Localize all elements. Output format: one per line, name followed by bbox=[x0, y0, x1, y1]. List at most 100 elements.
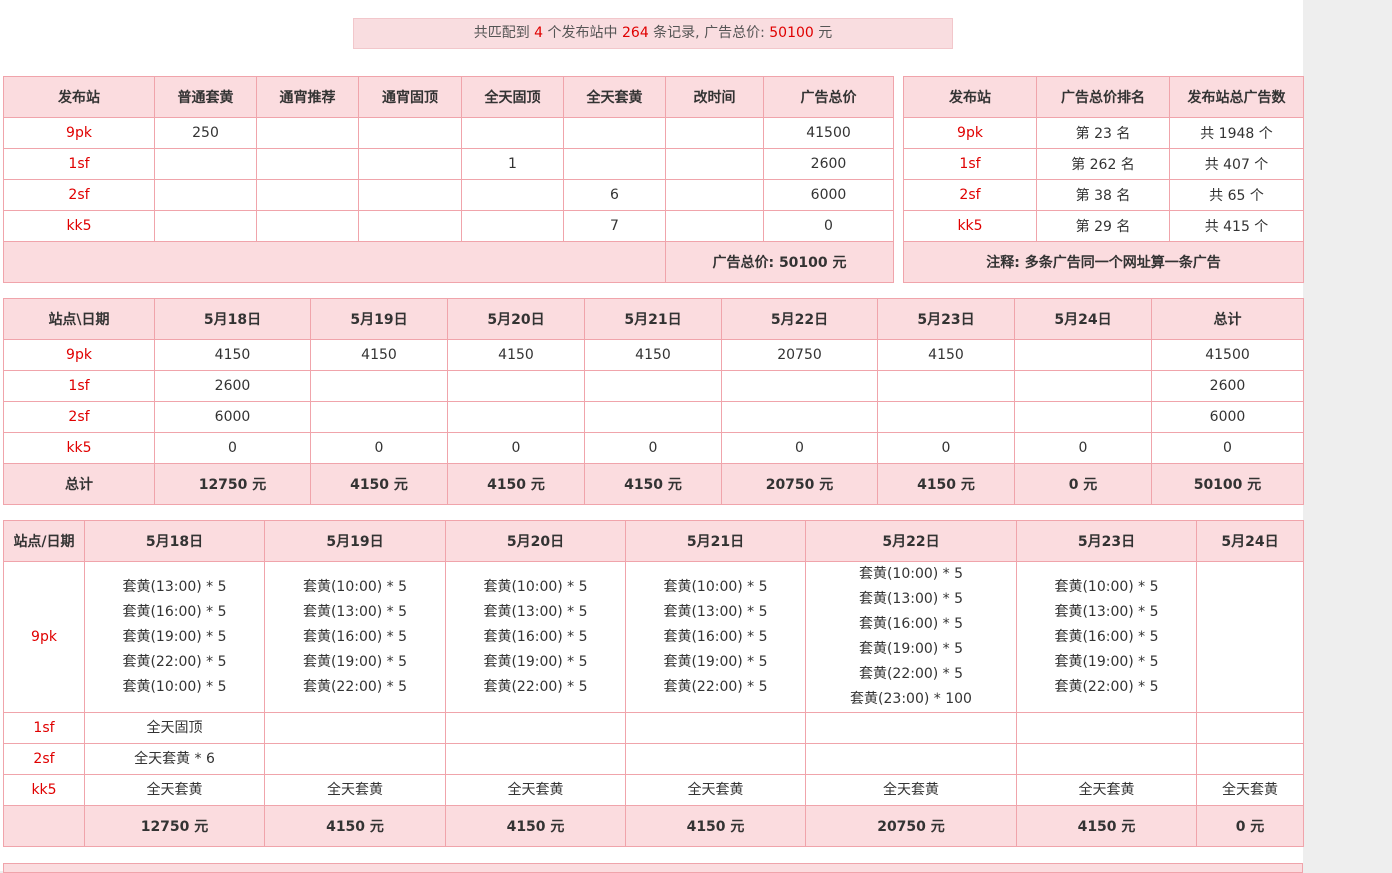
schedule-cell bbox=[264, 743, 446, 775]
column-header: 5月18日 bbox=[84, 520, 265, 562]
table-row: 9pk 套黄(13:00) * 5 套黄(16:00) * 5 套黄(19:00) *… bbox=[3, 561, 1304, 713]
next-table-edge bbox=[3, 863, 1303, 873]
table-cell: 6000 bbox=[1151, 401, 1304, 433]
table-cell bbox=[461, 179, 564, 211]
table-cell: 250 bbox=[154, 117, 257, 149]
schedule-entry: 套黄(16:00) * 5 bbox=[122, 603, 227, 620]
table-cell bbox=[665, 148, 764, 180]
schedule-cell: 套黄(10:00) * 5 套黄(13:00) * 5 套黄(16:00) * 5 套… bbox=[1016, 561, 1197, 713]
table-cell: 第 23 名 bbox=[1036, 117, 1170, 149]
ranking-note: 注释: 多条广告同一个网址算一条广告 bbox=[903, 241, 1304, 283]
footer-total: 4150 元 bbox=[625, 805, 806, 847]
footer-total: 4150 元 bbox=[310, 463, 448, 505]
site-name: 2sf bbox=[3, 743, 85, 775]
schedule-entry: 套黄(13:00) * 5 bbox=[122, 578, 227, 595]
schedule-cell bbox=[805, 743, 1017, 775]
table-row: 2sf 6000 6000 bbox=[3, 401, 1304, 433]
footer-total: 20750 元 bbox=[805, 805, 1017, 847]
table-row: kk5 全天套黄 全天套黄 全天套黄 全天套黄 全天套黄 全天套黄 全天套黄 bbox=[3, 774, 1304, 806]
table-cell: 第 262 名 bbox=[1036, 148, 1170, 180]
table-cell bbox=[256, 210, 359, 242]
table-row: 9pk 4150 4150 4150 4150 20750 4150 41500 bbox=[3, 339, 1304, 371]
table-cell bbox=[877, 401, 1015, 433]
daily-price-table-head: 站点\日期 5月18日 5月19日 5月20日 5月21日 5月22日 5月23日 5月24日… bbox=[3, 298, 1304, 340]
column-header: 5月24日 bbox=[1014, 298, 1152, 340]
schedule-entry: 套黄(10:00) * 5 bbox=[483, 578, 588, 595]
schedule-entry: 全天固顶 bbox=[146, 719, 203, 736]
site-name: 9pk bbox=[3, 117, 155, 149]
footer-total: 50100 元 bbox=[1151, 463, 1304, 505]
footer-total: 4150 元 bbox=[447, 463, 585, 505]
column-header: 5月20日 bbox=[447, 298, 585, 340]
footer-label bbox=[3, 805, 85, 847]
summary-banner: 共匹配到 4 个发布站中 264 条记录, 广告总价: 50100 元 bbox=[353, 18, 953, 49]
table-cell: 6000 bbox=[154, 401, 311, 433]
footer-total: 4150 元 bbox=[1016, 805, 1197, 847]
site-ranking-table: 发布站 广告总价排名 发布站总广告数 9pk 第 23 名共 1948 个 1sf 第 2… bbox=[903, 76, 1304, 283]
table-row: kk5 0 0 0 0 0 0 0 0 bbox=[3, 432, 1304, 464]
column-header: 全天套黄 bbox=[563, 76, 666, 118]
column-header: 5月24日 bbox=[1196, 520, 1304, 562]
schedule-entry: 套黄(13:00) * 5 bbox=[302, 603, 408, 620]
table-cell bbox=[877, 370, 1015, 402]
table-footer-row: 总计 12750 元 4150 元 4150 元 4150 元 20750 元 4150 元… bbox=[3, 463, 1304, 505]
schedule-cell: 套黄(10:00) * 5 套黄(13:00) * 5 套黄(16:00) * 5 套… bbox=[445, 561, 626, 713]
table-cell: 0 bbox=[310, 432, 448, 464]
schedule-cell: 全天套黄 bbox=[625, 774, 806, 806]
table-cell: 0 bbox=[877, 432, 1015, 464]
table-row: 9pk 第 23 名共 1948 个 bbox=[903, 117, 1304, 149]
column-header: 总计 bbox=[1151, 298, 1304, 340]
schedule-cell: 全天套黄 bbox=[1196, 774, 1304, 806]
footer-total: 4150 元 bbox=[264, 805, 446, 847]
table-cell: 0 bbox=[154, 432, 311, 464]
table-cell: 41500 bbox=[1151, 339, 1304, 371]
table-cell bbox=[154, 210, 257, 242]
schedule-entry: 套黄(16:00) * 5 bbox=[483, 628, 588, 645]
column-header: 普通套黄 bbox=[154, 76, 257, 118]
ad-type-table: 发布站 普通套黄 通宵推荐 通宵固顶 全天固顶 全天套黄 改时间 广告总价 9pk 250 415… bbox=[3, 76, 894, 283]
site-ranking-table-head: 发布站 广告总价排名 发布站总广告数 bbox=[903, 76, 1304, 118]
column-header: 5月22日 bbox=[805, 520, 1017, 562]
table-cell bbox=[665, 117, 764, 149]
summary-record-count: 264 bbox=[622, 25, 649, 41]
table-cell bbox=[358, 117, 462, 149]
footer-total: 0 元 bbox=[1014, 463, 1152, 505]
site-name: 2sf bbox=[3, 401, 155, 433]
column-header: 发布站 bbox=[3, 76, 155, 118]
schedule-entry: 套黄(16:00) * 5 bbox=[1054, 628, 1159, 645]
column-header: 5月23日 bbox=[877, 298, 1015, 340]
table-cell bbox=[721, 370, 878, 402]
table-row: 1sf 1 2600 bbox=[3, 148, 894, 180]
table-cell: 6000 bbox=[763, 179, 894, 211]
schedule-cell: 全天套黄 * 6 bbox=[84, 743, 265, 775]
schedule-entry: 套黄(22:00) * 5 bbox=[122, 653, 227, 670]
column-header: 广告总价 bbox=[763, 76, 894, 118]
table-cell: 共 1948 个 bbox=[1169, 117, 1304, 149]
table-cell: 共 415 个 bbox=[1169, 210, 1304, 242]
schedule-cell: 全天套黄 bbox=[805, 774, 1017, 806]
schedule-cell bbox=[1196, 743, 1304, 775]
footer-total: 4150 元 bbox=[445, 805, 626, 847]
schedule-entry: 套黄(19:00) * 5 bbox=[122, 628, 227, 645]
schedule-entry: 套黄(22:00) * 5 bbox=[663, 678, 768, 695]
schedule-entry: 全天套黄 bbox=[1078, 781, 1135, 798]
schedule-entry: 套黄(13:00) * 5 bbox=[858, 591, 964, 607]
schedule-entry: 套黄(22:00) * 5 bbox=[302, 678, 408, 695]
schedule-cell bbox=[1196, 712, 1304, 744]
table-cell: 共 407 个 bbox=[1169, 148, 1304, 180]
schedule-cell: 套黄(10:00) * 5 套黄(13:00) * 5 套黄(16:00) * 5 套… bbox=[264, 561, 446, 713]
table-cell: 0 bbox=[584, 432, 722, 464]
table-row: kk5 第 29 名共 415 个 bbox=[903, 210, 1304, 242]
table-row: 2sf 全天套黄 * 6 bbox=[3, 743, 1304, 775]
footer-total: 0 元 bbox=[1196, 805, 1304, 847]
summary-text: 元 bbox=[813, 25, 833, 41]
table-cell bbox=[256, 117, 359, 149]
schedule-entry: 套黄(16:00) * 5 bbox=[663, 628, 768, 645]
footer-total: 12750 元 bbox=[84, 805, 265, 847]
table-cell bbox=[461, 117, 564, 149]
table-row: 9pk 250 41500 bbox=[3, 117, 894, 149]
footer-total: 4150 元 bbox=[584, 463, 722, 505]
table-cell: 2600 bbox=[154, 370, 311, 402]
column-header: 5月21日 bbox=[584, 298, 722, 340]
column-header: 站点\日期 bbox=[3, 298, 155, 340]
